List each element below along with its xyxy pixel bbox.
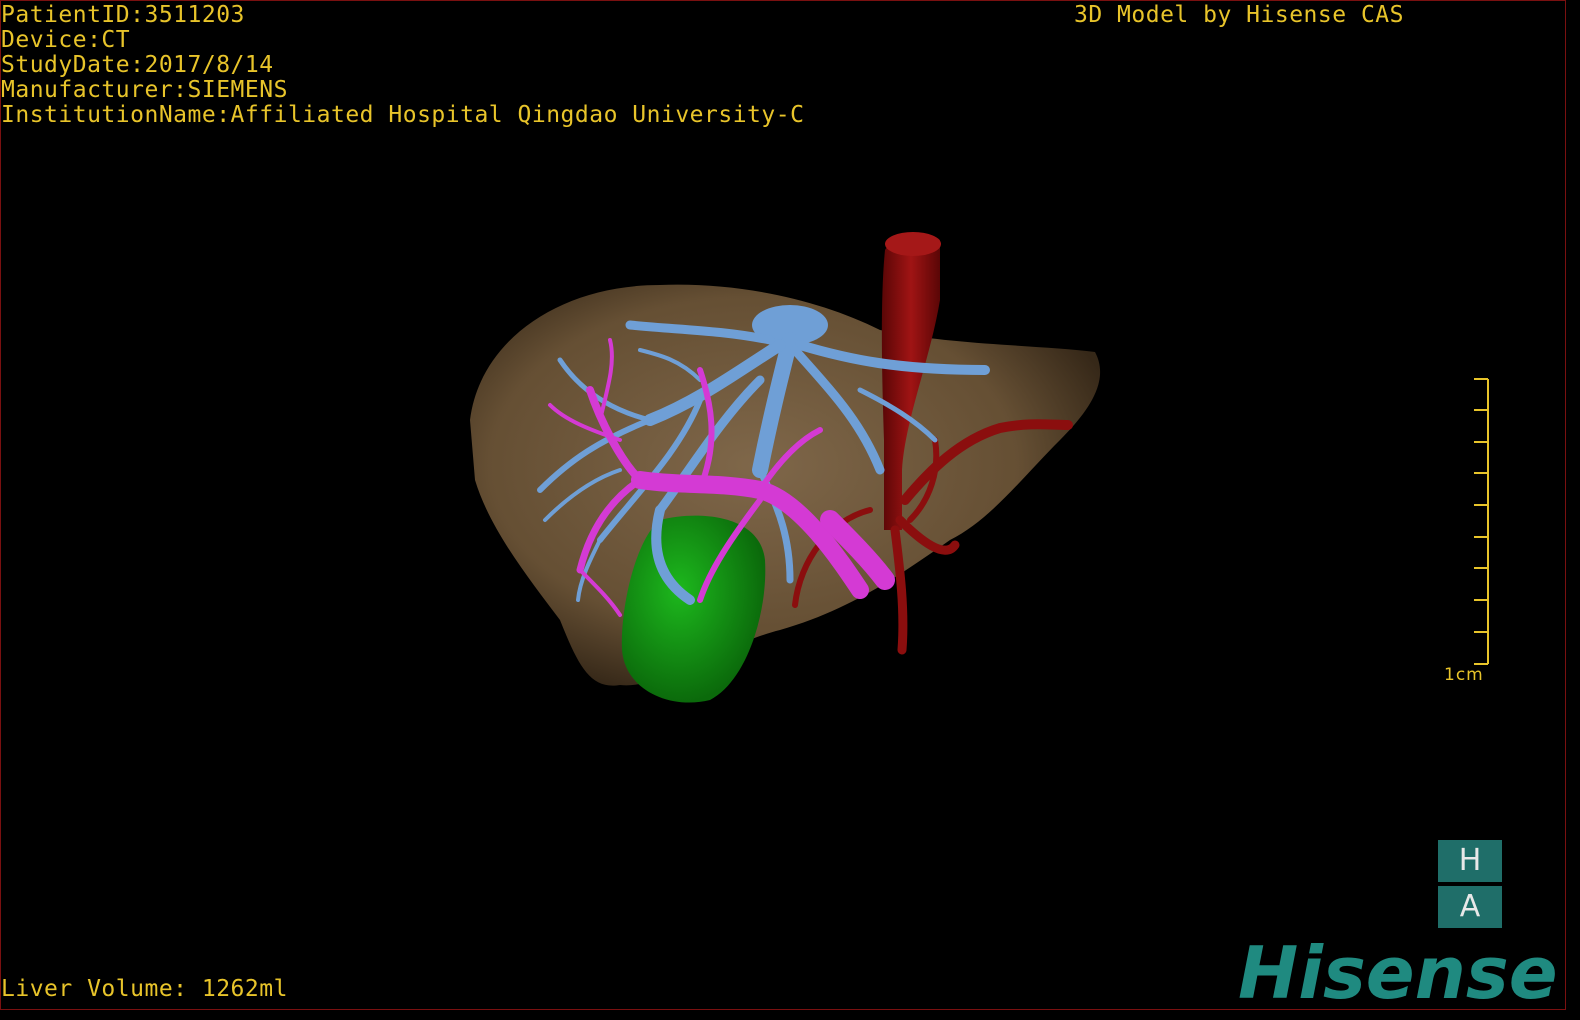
gallbladder [621,515,766,703]
splenic-branch [890,525,908,655]
brand-text: Hisense [1238,931,1558,1010]
liver-volume: Liver Volume: 1262ml [1,976,288,1002]
3d-viewport[interactable] [0,0,1566,1010]
manufacturer: Manufacturer:SIEMENS [1,77,288,103]
device: Device:CT [1,27,131,53]
patient-id: PatientID:3511203 [1,2,245,28]
scale-ruler [1474,378,1489,665]
study-date: StudyDate:2017/8/14 [1,52,274,78]
model-credit: 3D Model by Hisense CAS [1074,2,1404,28]
hisense-logo: Hisense [1238,931,1558,1010]
orientation-cube-top[interactable]: H [1438,840,1502,882]
institution-name: InstitutionName:Affiliated Hospital Qing… [1,102,805,128]
scale-label: 1cm [1444,665,1484,685]
dicom-info-block: PatientID:3511203 Device:CT StudyDate:2017… [1,3,804,128]
liver-3d-model [470,232,1489,703]
aorta-cap [885,232,941,256]
orientation-cube-bottom[interactable]: A [1438,886,1502,928]
